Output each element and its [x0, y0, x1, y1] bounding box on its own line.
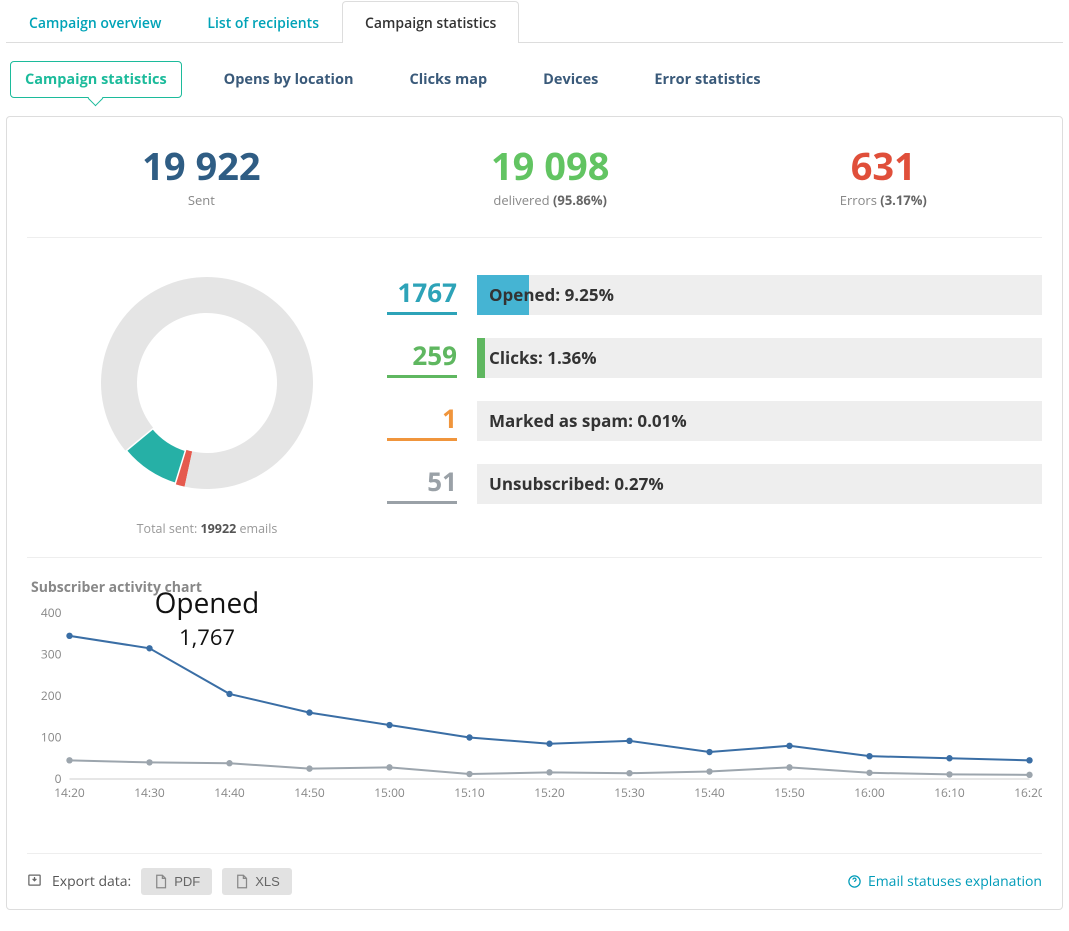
- subtab-campaign-statistics[interactable]: Campaign statistics: [10, 61, 182, 98]
- stat-delivered: 19 098 delivered (95.86%): [491, 147, 610, 209]
- svg-text:15:20: 15:20: [534, 784, 565, 801]
- stat-delivered-value: 19 098: [491, 147, 610, 185]
- svg-text:300: 300: [41, 646, 62, 663]
- svg-text:100: 100: [41, 729, 62, 746]
- activity-chart-title: Subscriber activity chart: [27, 558, 1042, 603]
- svg-text:15:30: 15:30: [614, 784, 645, 801]
- tab-campaign-statistics[interactable]: Campaign statistics: [342, 1, 519, 43]
- metric-spam: 1 Marked as spam: 0.01%: [387, 400, 1042, 441]
- svg-text:16:10: 16:10: [934, 784, 965, 801]
- stat-delivered-label: delivered (95.86%): [491, 191, 610, 209]
- stats-panel: 19 922 Sent 19 098 delivered (95.86%) 63…: [6, 116, 1063, 910]
- subtab-opens-by-location[interactable]: Opens by location: [210, 62, 368, 97]
- metric-clicks-bar: Clicks: 1.36%: [477, 338, 1042, 378]
- tab-list-of-recipients[interactable]: List of recipients: [184, 1, 342, 43]
- svg-text:16:00: 16:00: [854, 784, 885, 801]
- stat-sent-label: Sent: [142, 191, 261, 209]
- metric-opened-bar: Opened: 9.25%: [477, 275, 1042, 315]
- export-icon: [27, 872, 42, 892]
- metric-spam-bar: Marked as spam: 0.01%: [477, 401, 1042, 441]
- stat-errors-label: Errors (3.17%): [840, 191, 927, 209]
- stat-sent-value: 19 922: [142, 147, 261, 185]
- sub-tabs: Campaign statistics Opens by location Cl…: [6, 43, 1063, 116]
- svg-text:16:20: 16:20: [1014, 784, 1042, 801]
- metric-spam-count: 1: [387, 400, 457, 441]
- email-statuses-explanation-link[interactable]: Email statuses explanation: [847, 872, 1042, 891]
- stat-errors: 631 Errors (3.17%): [840, 147, 927, 209]
- metric-clicks: 259 Clicks: 1.36%: [387, 337, 1042, 378]
- subtab-devices[interactable]: Devices: [529, 62, 612, 97]
- svg-text:14:50: 14:50: [294, 784, 325, 801]
- svg-text:14:40: 14:40: [214, 784, 245, 801]
- stat-errors-value: 631: [840, 147, 927, 185]
- metric-opened: 1767 Opened: 9.25%: [387, 274, 1042, 315]
- panel-footer: Export data: PDF XLS Email statuses expl…: [27, 853, 1042, 895]
- svg-text:15:10: 15:10: [454, 784, 485, 801]
- export-xls-button[interactable]: XLS: [222, 868, 292, 895]
- stat-sent: 19 922 Sent: [142, 147, 261, 209]
- svg-text:15:50: 15:50: [774, 784, 805, 801]
- svg-text:200: 200: [41, 687, 62, 704]
- subtab-error-statistics[interactable]: Error statistics: [640, 62, 774, 97]
- svg-text:15:00: 15:00: [374, 784, 405, 801]
- metrics-list: 1767 Opened: 9.25% 259 Clicks: 1.36% 1 M…: [387, 268, 1042, 537]
- export-label: Export data:: [52, 872, 131, 891]
- svg-text:14:20: 14:20: [54, 784, 85, 801]
- svg-text:400: 400: [41, 604, 62, 621]
- headline-stats: 19 922 Sent 19 098 delivered (95.86%) 63…: [27, 147, 1042, 238]
- activity-chart: 010020030040014:2014:3014:4014:5015:0015…: [27, 603, 1042, 803]
- metric-unsub-count: 51: [387, 463, 457, 504]
- metric-unsub-bar: Unsubscribed: 0.27%: [477, 464, 1042, 504]
- tab-campaign-overview[interactable]: Campaign overview: [6, 1, 184, 43]
- donut-chart: Opened 1,767 Total sent: 19922 emails: [27, 268, 387, 537]
- metric-unsubscribed: 51 Unsubscribed: 0.27%: [387, 463, 1042, 504]
- svg-text:15:40: 15:40: [694, 784, 725, 801]
- breakdown-section: Opened 1,767 Total sent: 19922 emails 17…: [27, 238, 1042, 558]
- subtab-clicks-map[interactable]: Clicks map: [395, 62, 501, 97]
- donut-total-line: Total sent: 19922 emails: [137, 520, 278, 537]
- metric-clicks-count: 259: [387, 337, 457, 378]
- top-tabs: Campaign overview List of recipients Cam…: [6, 0, 1063, 43]
- metric-opened-count: 1767: [387, 274, 457, 315]
- donut-svg: [92, 268, 322, 498]
- svg-text:14:30: 14:30: [134, 784, 165, 801]
- export-pdf-button[interactable]: PDF: [141, 868, 212, 895]
